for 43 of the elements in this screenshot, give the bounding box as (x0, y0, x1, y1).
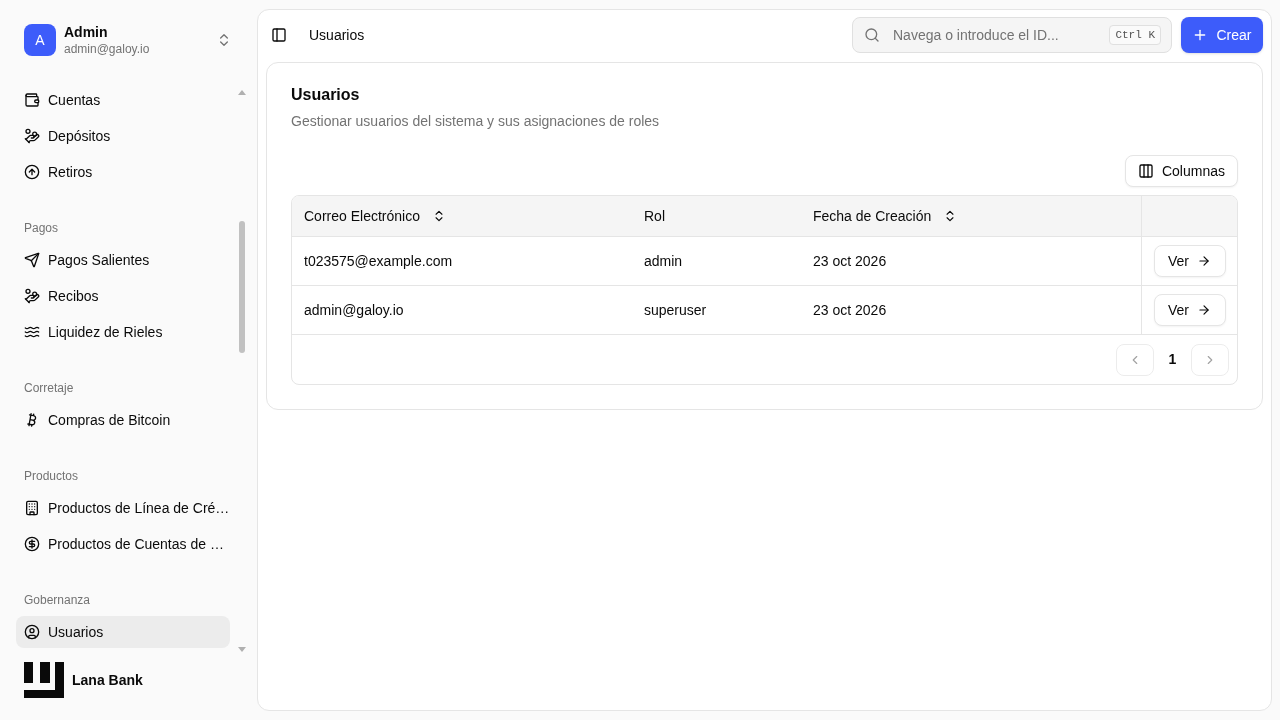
logo-icon (24, 662, 64, 698)
column-header: Correo Electrónico (304, 206, 420, 226)
breadcrumb[interactable]: Usuarios (309, 24, 365, 46)
user-circle-icon (24, 624, 40, 640)
hand-coins-icon (24, 128, 40, 144)
table-cell-text: 23 oct 2026 (812, 251, 888, 271)
shortcut-key: Ctrl K (1109, 25, 1161, 45)
panel-left-icon (271, 27, 287, 43)
circle-arrow-up-icon (24, 164, 40, 180)
table-cell-text: admin (643, 251, 684, 271)
view-button[interactable]: Ver (1153, 245, 1226, 277)
group-label: Productos (23, 468, 80, 485)
scrollbar-thumb[interactable] (239, 221, 245, 353)
table-cell-text: 23 oct 2026 (812, 300, 888, 320)
table-cell-text: admin@galoy.io (303, 300, 405, 320)
group-label: Pagos (23, 220, 60, 237)
group-label: Corretaje (23, 380, 75, 397)
columns-button[interactable]: Columnas (1124, 155, 1238, 187)
scroll-down-icon[interactable] (238, 647, 246, 652)
dollar-circle-icon (24, 536, 40, 552)
table-cell-text: superuser (643, 300, 708, 320)
columns-icon (1137, 163, 1154, 179)
page-title: Usuarios (291, 85, 361, 105)
send-icon (24, 252, 40, 268)
page-description: Gestionar usuarios del sistema y sus asignaciones de roles (291, 112, 661, 131)
sidebar-item[interactable]: Usuarios (16, 616, 230, 648)
waves-icon (24, 324, 40, 340)
scroll-up-icon[interactable] (238, 90, 246, 95)
wallet-icon (24, 92, 40, 108)
hand-coins-icon (24, 288, 40, 304)
column-header: Fecha de Creación (813, 206, 932, 226)
create-button[interactable]: Crear (1181, 17, 1263, 53)
table-cell-text: t023575@example.com (303, 251, 454, 271)
building-icon (24, 500, 40, 516)
group-label: Gobernanza (23, 592, 92, 609)
search-icon (864, 27, 880, 43)
user-email: admin@galoy.io (64, 41, 151, 57)
column-header: Rol (644, 206, 665, 226)
user-name: Admin (64, 24, 109, 42)
brand-name: Lana Bank (72, 670, 143, 690)
view-button[interactable]: Ver (1153, 294, 1226, 326)
avatar: A (24, 24, 56, 57)
page-number: 1 (1167, 350, 1178, 369)
